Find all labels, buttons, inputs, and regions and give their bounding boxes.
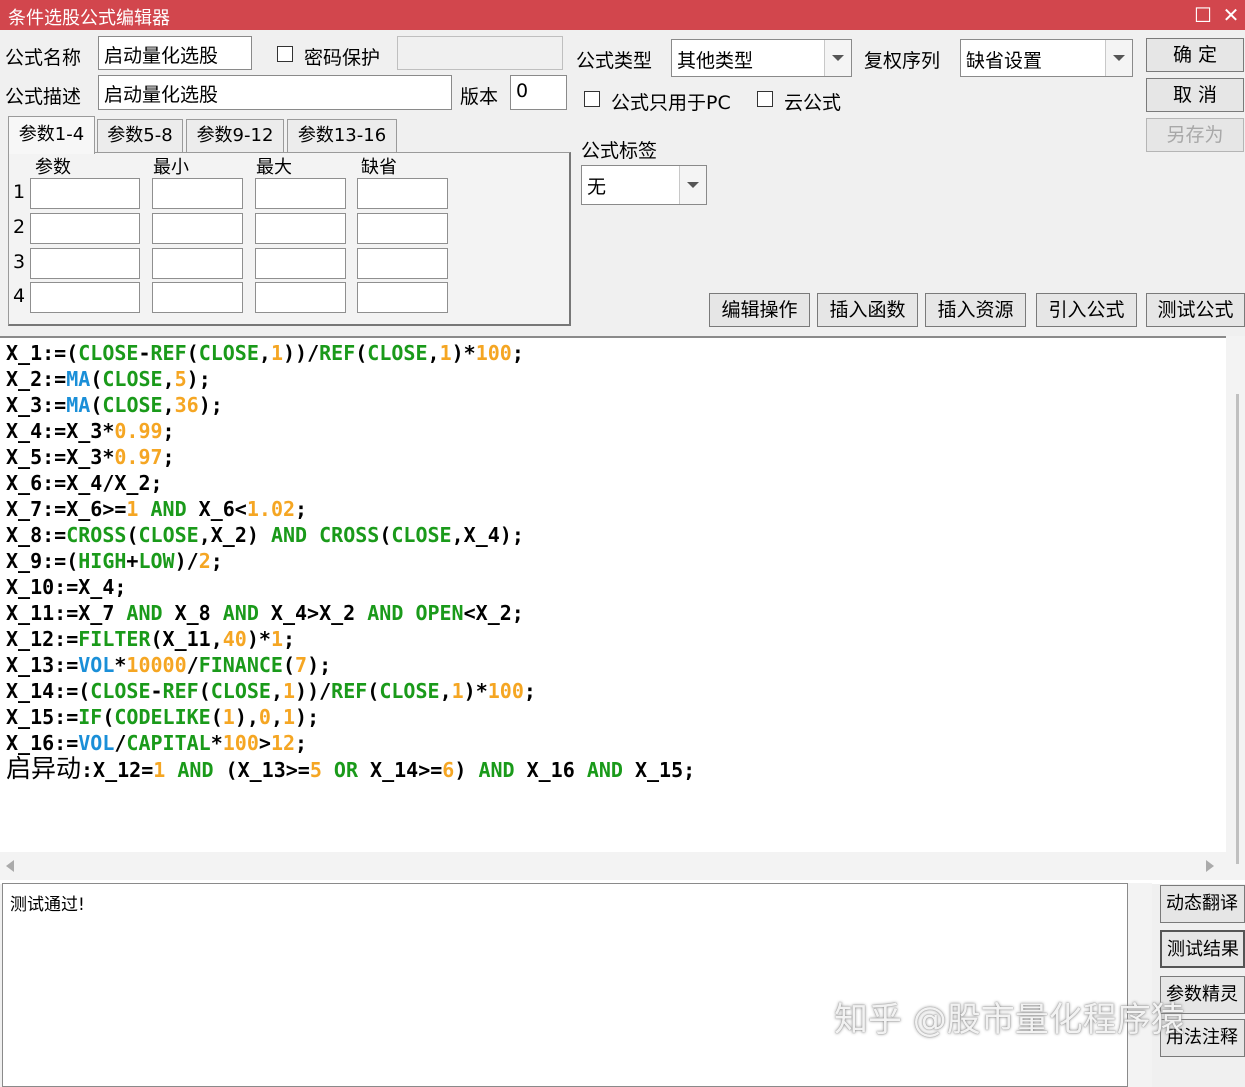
rights-series-select[interactable]: 缺省设置 bbox=[960, 39, 1133, 77]
param-3-min-input[interactable] bbox=[152, 248, 243, 279]
code-line[interactable]: X_5:=X_3*0.97; bbox=[6, 444, 175, 470]
formula-type-value: 其他类型 bbox=[677, 50, 754, 72]
param-header-max: 最大 bbox=[256, 157, 292, 178]
pc-only-label: 公式只用于PC bbox=[611, 92, 731, 114]
param-row-number: 3 bbox=[13, 251, 26, 273]
param-4-max-input[interactable] bbox=[255, 282, 346, 313]
code-line[interactable]: X_11:=X_7 AND X_8 AND X_4>X_2 AND OPEN<X… bbox=[6, 600, 524, 626]
test-formula-button[interactable]: 测试公式 bbox=[1146, 293, 1245, 327]
param-1-name-input[interactable] bbox=[30, 178, 140, 209]
param-header-min: 最小 bbox=[153, 157, 189, 178]
chevron-down-icon[interactable] bbox=[679, 166, 706, 204]
param-1-min-input[interactable] bbox=[152, 178, 243, 209]
param-header-default: 缺省 bbox=[361, 157, 397, 178]
code-line[interactable]: X_4:=X_3*0.99; bbox=[6, 418, 175, 444]
edit-ops-button[interactable]: 编辑操作 bbox=[709, 293, 810, 327]
param-1-default-input[interactable] bbox=[357, 178, 448, 209]
code-line[interactable]: X_15:=IF(CODELIKE(1),0,1); bbox=[6, 704, 319, 730]
formula-tag-label: 公式标签 bbox=[581, 140, 658, 162]
vertical-scrollbar-thumb[interactable] bbox=[1236, 394, 1239, 864]
formula-desc-input[interactable]: 启动量化选股 bbox=[98, 75, 452, 110]
chevron-down-icon[interactable] bbox=[824, 40, 851, 76]
formula-desc-label: 公式描述 bbox=[5, 86, 82, 108]
param-1-max-input[interactable] bbox=[255, 178, 346, 209]
param-4-default-input[interactable] bbox=[357, 282, 448, 313]
insert-function-button[interactable]: 插入函数 bbox=[817, 293, 918, 327]
rights-series-value: 缺省设置 bbox=[966, 50, 1043, 72]
maximize-icon[interactable]: ☐ bbox=[1190, 2, 1216, 28]
code-line[interactable]: X_6:=X_4/X_2; bbox=[6, 470, 163, 496]
scroll-left-icon[interactable] bbox=[6, 860, 14, 872]
code-editor[interactable]: X_1:=(CLOSE-REF(CLOSE,1))/REF(CLOSE,1)*1… bbox=[0, 336, 1245, 884]
dynamic-translate-button[interactable]: 动态翻译 bbox=[1160, 885, 1245, 923]
code-line[interactable]: 启异动:X_12=1 AND (X_13>=5 OR X_14>=6) AND … bbox=[6, 756, 695, 783]
code-line[interactable]: X_8:=CROSS(CLOSE,X_2) AND CROSS(CLOSE,X_… bbox=[6, 522, 524, 548]
code-line[interactable]: X_1:=(CLOSE-REF(CLOSE,1))/REF(CLOSE,1)*1… bbox=[6, 340, 524, 366]
pc-only-checkbox[interactable] bbox=[584, 91, 600, 107]
formula-type-select[interactable]: 其他类型 bbox=[671, 39, 852, 77]
insert-resource-button[interactable]: 插入资源 bbox=[925, 293, 1026, 327]
code-line[interactable]: X_14:=(CLOSE-REF(CLOSE,1))/REF(CLOSE,1)*… bbox=[6, 678, 536, 704]
param-2-default-input[interactable] bbox=[357, 213, 448, 244]
code-line[interactable]: X_2:=MA(CLOSE,5); bbox=[6, 366, 211, 392]
code-line[interactable]: X_12:=FILTER(X_11,40)*1; bbox=[6, 626, 295, 652]
password-label: 密码保护 bbox=[304, 47, 381, 69]
param-header-name: 参数 bbox=[35, 157, 71, 178]
password-input[interactable] bbox=[397, 36, 563, 70]
formula-type-label: 公式类型 bbox=[576, 50, 653, 72]
formula-name-label: 公式名称 bbox=[5, 47, 82, 69]
output-scrollbar[interactable] bbox=[1128, 883, 1152, 1087]
param-row-number: 1 bbox=[13, 181, 26, 203]
editor-window: 公式名称 启动量化选股 密码保护 公式类型 其他类型 复权序列 缺省设置 确 定… bbox=[0, 30, 1245, 1087]
param-3-max-input[interactable] bbox=[255, 248, 346, 279]
param-row-number: 2 bbox=[13, 216, 26, 238]
horizontal-scrollbar[interactable] bbox=[0, 852, 1226, 880]
ok-button[interactable]: 确 定 bbox=[1146, 38, 1244, 72]
tab-params-13-16[interactable]: 参数13-16 bbox=[287, 119, 397, 153]
test-output-box[interactable]: 测试通过! bbox=[2, 883, 1128, 1087]
title-bar: 条件选股公式编辑器 ☐ ✕ bbox=[0, 0, 1245, 30]
cloud-formula-label: 云公式 bbox=[784, 92, 842, 114]
version-label: 版本 bbox=[460, 86, 499, 108]
param-2-min-input[interactable] bbox=[152, 213, 243, 244]
code-line[interactable]: X_9:=(HIGH+LOW)/2; bbox=[6, 548, 223, 574]
param-row-number: 4 bbox=[13, 285, 26, 307]
save-as-button[interactable]: 另存为 bbox=[1146, 118, 1244, 152]
code-line[interactable]: X_13:=VOL*10000/FINANCE(7); bbox=[6, 652, 331, 678]
rights-series-label: 复权序列 bbox=[864, 50, 941, 72]
chevron-down-icon[interactable] bbox=[1105, 40, 1132, 76]
params-panel: 参数 最小 最大 缺省 1 2 3 4 bbox=[8, 152, 571, 326]
test-result-button[interactable]: 测试结果 bbox=[1160, 930, 1245, 968]
param-3-name-input[interactable] bbox=[30, 248, 140, 279]
formula-tag-select[interactable]: 无 bbox=[581, 165, 707, 205]
param-3-default-input[interactable] bbox=[357, 248, 448, 279]
watermark-text: 知乎 @股市量化程序猿 bbox=[834, 1000, 1185, 1040]
code-line[interactable]: X_10:=X_4; bbox=[6, 574, 126, 600]
scroll-right-icon[interactable] bbox=[1206, 860, 1214, 872]
tab-params-9-12[interactable]: 参数9-12 bbox=[186, 119, 284, 153]
param-4-name-input[interactable] bbox=[30, 282, 140, 313]
tab-params-1-4[interactable]: 参数1-4 bbox=[8, 116, 95, 154]
cancel-button[interactable]: 取 消 bbox=[1146, 78, 1244, 112]
version-input[interactable]: 0 bbox=[510, 75, 567, 110]
tab-params-5-8[interactable]: 参数5-8 bbox=[97, 119, 183, 153]
import-formula-button[interactable]: 引入公式 bbox=[1036, 293, 1137, 327]
cloud-formula-checkbox[interactable] bbox=[757, 91, 773, 107]
formula-name-input[interactable]: 启动量化选股 bbox=[98, 36, 252, 70]
code-line[interactable]: X_16:=VOL/CAPITAL*100>12; bbox=[6, 730, 307, 756]
password-checkbox[interactable] bbox=[277, 46, 293, 62]
param-4-min-input[interactable] bbox=[152, 282, 243, 313]
formula-tag-value: 无 bbox=[587, 176, 607, 198]
window-title: 条件选股公式编辑器 bbox=[8, 8, 170, 29]
code-line[interactable]: X_3:=MA(CLOSE,36); bbox=[6, 392, 223, 418]
param-2-max-input[interactable] bbox=[255, 213, 346, 244]
test-output-text: 测试通过! bbox=[10, 895, 85, 915]
code-line[interactable]: X_7:=X_6>=1 AND X_6<1.02; bbox=[6, 496, 307, 522]
close-icon[interactable]: ✕ bbox=[1218, 2, 1244, 28]
param-2-name-input[interactable] bbox=[30, 213, 140, 244]
